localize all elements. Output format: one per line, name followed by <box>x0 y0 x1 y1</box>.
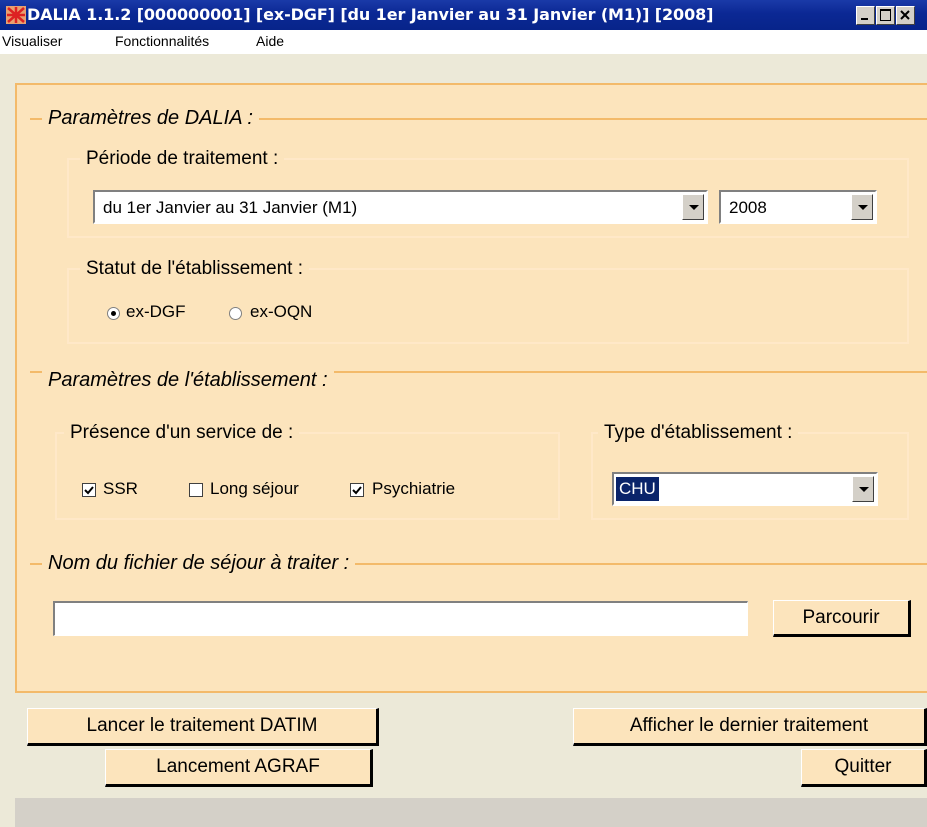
menu-visualiser[interactable]: Visualiser <box>2 33 62 49</box>
menu-fonctionnalites[interactable]: Fonctionnalités <box>115 33 209 49</box>
afficher-dernier-button[interactable]: Afficher le dernier traitement <box>573 708 927 746</box>
radio-ex-oqn[interactable] <box>229 307 242 320</box>
type-title: Type d'établissement : <box>598 422 799 444</box>
menu-bar: Visualiser Fonctionnalités Aide <box>0 30 927 54</box>
type-select-value: CHU <box>616 477 659 501</box>
minimize-icon[interactable] <box>856 6 875 25</box>
period-select[interactable]: du 1er Janvier au 31 Janvier (M1) <box>93 190 708 224</box>
chevron-down-icon[interactable] <box>851 194 873 220</box>
app-icon <box>6 6 26 24</box>
checkbox-long-sejour[interactable] <box>189 483 203 497</box>
period-select-value: du 1er Janvier au 31 Janvier (M1) <box>103 198 358 217</box>
quitter-button[interactable]: Quitter <box>801 749 927 787</box>
year-select-value: 2008 <box>729 198 767 217</box>
title-bar[interactable]: DALIA 1.1.2 [000000001] [ex-DGF] [du 1er… <box>0 0 927 30</box>
frame-top <box>15 83 927 85</box>
radio-ex-dgf[interactable] <box>107 307 120 320</box>
section-title-dalia: Paramètres de DALIA : <box>42 107 259 130</box>
window-title: DALIA 1.1.2 [000000001] [ex-DGF] [du 1er… <box>27 5 714 24</box>
section-title-etab: Paramètres de l'établissement : <box>42 369 334 392</box>
periode-title: Période de traitement : <box>80 148 285 170</box>
maximize-icon[interactable] <box>876 6 895 25</box>
status-bar <box>15 798 927 827</box>
checkbox-long-sejour-label: Long séjour <box>210 479 299 498</box>
lancement-agraf-button[interactable]: Lancement AGRAF <box>105 749 373 787</box>
section-title-fichier: Nom du fichier de séjour à traiter : <box>42 552 356 575</box>
checkbox-ssr[interactable] <box>82 483 96 497</box>
checkbox-psychiatrie-label: Psychiatrie <box>372 479 456 498</box>
window-controls <box>856 6 916 25</box>
browse-button[interactable]: Parcourir <box>773 600 911 637</box>
frame-bottom <box>15 691 927 693</box>
radio-ex-oqn-label: ex-OQN <box>250 302 313 321</box>
radio-ex-dgf-label: ex-DGF <box>126 302 186 321</box>
statut-title: Statut de l'établissement : <box>80 258 309 280</box>
checkbox-psychiatrie[interactable] <box>350 483 364 497</box>
year-select[interactable]: 2008 <box>719 190 877 224</box>
type-select[interactable]: CHU <box>612 472 878 506</box>
checkbox-ssr-label: SSR <box>103 479 138 498</box>
chevron-down-icon[interactable] <box>682 194 704 220</box>
lancer-datim-button[interactable]: Lancer le traitement DATIM <box>27 708 379 746</box>
services-title: Présence d'un service de : <box>64 422 300 444</box>
chevron-down-icon[interactable] <box>852 476 874 502</box>
menu-aide[interactable]: Aide <box>256 33 284 49</box>
close-icon[interactable] <box>896 6 915 25</box>
frame-left <box>15 83 17 693</box>
file-path-input[interactable] <box>53 601 748 636</box>
